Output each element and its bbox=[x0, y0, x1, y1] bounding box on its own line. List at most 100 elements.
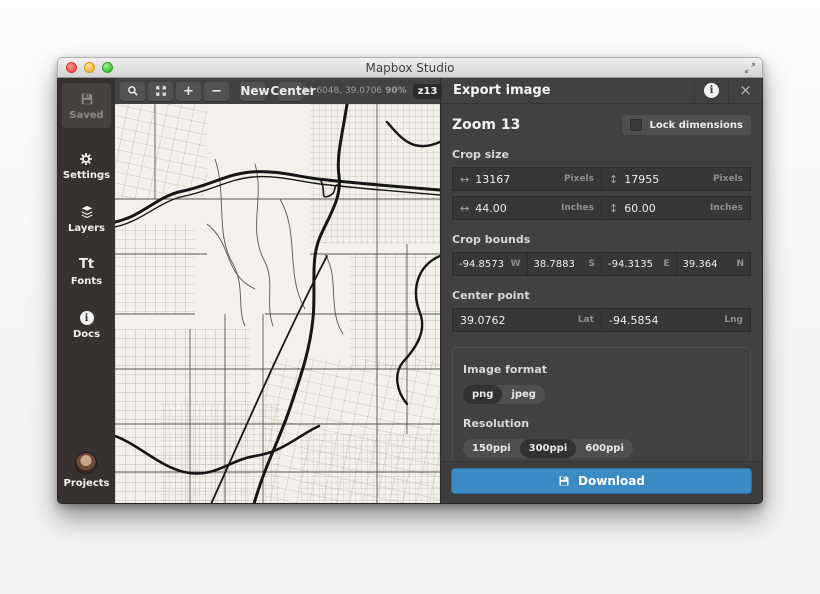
close-window-button[interactable] bbox=[66, 62, 77, 73]
crop-bounds-heading: Crop bounds bbox=[452, 233, 751, 246]
width-pixels-value: 13167 bbox=[475, 173, 510, 186]
unit-label: Pixels bbox=[709, 174, 743, 184]
east-value: -94.3135 bbox=[608, 259, 653, 270]
desktop-background: Mapbox Studio Saved bbox=[0, 0, 820, 594]
sidebar-item-label: Settings bbox=[63, 170, 110, 181]
fonts-icon: Tt bbox=[79, 258, 94, 272]
north-value: 39.364 bbox=[683, 259, 718, 270]
format-option-jpeg[interactable]: jpeg bbox=[502, 385, 545, 404]
window-title: Mapbox Studio bbox=[58, 61, 762, 75]
new-project-button[interactable]: New bbox=[240, 82, 265, 101]
sidebar-item-label: Projects bbox=[63, 478, 109, 489]
sidebar-item-projects[interactable]: Projects bbox=[63, 452, 109, 489]
save-icon bbox=[558, 475, 570, 487]
download-button-label: Download bbox=[578, 474, 645, 488]
zoom-out-button[interactable]: − bbox=[204, 82, 229, 101]
export-panel-header: Export image i × bbox=[441, 78, 762, 104]
resolution-option-600ppi[interactable]: 600ppi bbox=[576, 439, 633, 458]
sidebar-item-label: Saved bbox=[69, 110, 103, 121]
sidebar-item-settings[interactable]: Settings bbox=[63, 152, 110, 181]
unit-label: Inches bbox=[706, 203, 743, 213]
unit-label: S bbox=[585, 259, 595, 269]
resolution-option-150ppi[interactable]: 150ppi bbox=[463, 439, 520, 458]
latitude-value: 39.0762 bbox=[460, 314, 506, 327]
resolution-heading: Resolution bbox=[463, 417, 740, 430]
map-toolbar: + − New Center 94.6048, 39.0706 90% z13 bbox=[115, 78, 440, 104]
lock-dimensions-checkbox[interactable] bbox=[630, 119, 642, 131]
latitude-input[interactable]: 39.0762 Lat bbox=[453, 309, 601, 331]
width-pixels-input[interactable]: ↔ 13167 Pixels bbox=[453, 168, 601, 190]
format-options-box: Image format png jpeg Resolution 150ppi … bbox=[452, 347, 751, 472]
west-value: -94.8573 bbox=[459, 259, 504, 270]
window-resize-icon[interactable] bbox=[744, 62, 756, 74]
unit-label: W bbox=[507, 259, 521, 269]
zoom-level-label: Zoom 13 bbox=[452, 117, 520, 133]
center-point-heading: Center point bbox=[452, 289, 751, 302]
vertical-arrow-icon: ↕ bbox=[609, 173, 618, 186]
east-bound-input[interactable]: -94.3135 E bbox=[602, 253, 676, 275]
export-close-button[interactable]: × bbox=[728, 78, 762, 103]
zoom-window-button[interactable] bbox=[102, 62, 113, 73]
longitude-value: -94.5854 bbox=[609, 314, 658, 327]
north-bound-input[interactable]: 39.364 N bbox=[677, 253, 751, 275]
app-window: Mapbox Studio Saved bbox=[57, 57, 763, 504]
search-button[interactable] bbox=[120, 82, 145, 101]
longitude-input[interactable]: -94.5854 Lng bbox=[602, 309, 750, 331]
new-button-label: New bbox=[240, 84, 269, 98]
crop-size-inches-row: ↔ 44.00 Inches ↕ 60.00 Inches bbox=[452, 196, 751, 220]
crop-size-pixels-row: ↔ 13167 Pixels ↕ 17955 Pixels bbox=[452, 167, 751, 191]
zoom-in-button[interactable]: + bbox=[176, 82, 201, 101]
unit-label: Lng bbox=[720, 315, 743, 325]
crop-bounds-row: -94.8573 W 38.7883 S -94.3135 E 39.364 bbox=[452, 252, 751, 276]
lock-dimensions-toggle[interactable]: Lock dimensions bbox=[622, 115, 751, 135]
info-icon: i bbox=[80, 311, 94, 325]
lock-dimensions-label: Lock dimensions bbox=[649, 120, 743, 131]
unit-label: E bbox=[659, 259, 669, 269]
traffic-lights bbox=[66, 62, 113, 73]
window-titlebar[interactable]: Mapbox Studio bbox=[57, 57, 763, 78]
avatar bbox=[75, 452, 97, 474]
download-button[interactable]: Download bbox=[451, 468, 752, 494]
search-icon bbox=[127, 85, 139, 97]
save-icon bbox=[80, 92, 94, 106]
height-pixels-input[interactable]: ↕ 17955 Pixels bbox=[602, 168, 750, 190]
center-point-row: 39.0762 Lat -94.5854 Lng bbox=[452, 308, 751, 332]
minimize-window-button[interactable] bbox=[84, 62, 95, 73]
sidebar-item-saved[interactable]: Saved bbox=[62, 83, 111, 128]
sidebar-item-fonts[interactable]: Tt Fonts bbox=[71, 258, 102, 287]
close-icon: × bbox=[739, 83, 752, 98]
export-info-button[interactable]: i bbox=[694, 78, 728, 103]
sidebar-item-label: Docs bbox=[73, 329, 100, 340]
map-canvas[interactable] bbox=[115, 104, 440, 503]
height-inches-input[interactable]: ↕ 60.00 Inches bbox=[602, 197, 750, 219]
width-inches-input[interactable]: ↔ 44.00 Inches bbox=[453, 197, 601, 219]
width-inches-value: 44.00 bbox=[475, 202, 507, 215]
resolution-option-300ppi[interactable]: 300ppi bbox=[520, 439, 577, 458]
layers-icon bbox=[80, 205, 94, 219]
south-bound-input[interactable]: 38.7883 S bbox=[528, 253, 602, 275]
expand-arrows-icon bbox=[155, 85, 167, 97]
fit-bounds-button[interactable] bbox=[148, 82, 173, 101]
export-panel-footer: Download bbox=[441, 461, 762, 503]
horizontal-arrow-icon: ↔ bbox=[460, 173, 469, 186]
export-panel: Export image i × Zoom 13 bbox=[440, 78, 762, 503]
unit-label: Inches bbox=[557, 203, 594, 213]
sidebar-item-label: Layers bbox=[68, 223, 105, 234]
unit-label: Lat bbox=[574, 315, 594, 325]
west-bound-input[interactable]: -94.8573 W bbox=[453, 253, 527, 275]
sidebar-item-label: Fonts bbox=[71, 276, 102, 287]
zoom-percentage: 90% bbox=[385, 86, 407, 96]
sidebar-item-layers[interactable]: Layers bbox=[68, 205, 105, 234]
sidebar-item-docs[interactable]: i Docs bbox=[73, 311, 100, 340]
format-option-png[interactable]: png bbox=[463, 385, 502, 404]
center-button-label: Center bbox=[270, 84, 315, 98]
horizontal-arrow-icon: ↔ bbox=[460, 202, 469, 215]
center-button[interactable]: Center bbox=[278, 82, 303, 101]
unit-label: N bbox=[732, 259, 744, 269]
height-inches-value: 60.00 bbox=[624, 202, 656, 215]
image-format-toggle: png jpeg bbox=[463, 385, 545, 404]
info-icon: i bbox=[704, 83, 719, 98]
zoom-level-badge: z13 bbox=[413, 84, 443, 99]
south-value: 38.7883 bbox=[534, 259, 575, 270]
sidebar: Saved Settings Layers Tt Fonts bbox=[58, 78, 115, 503]
